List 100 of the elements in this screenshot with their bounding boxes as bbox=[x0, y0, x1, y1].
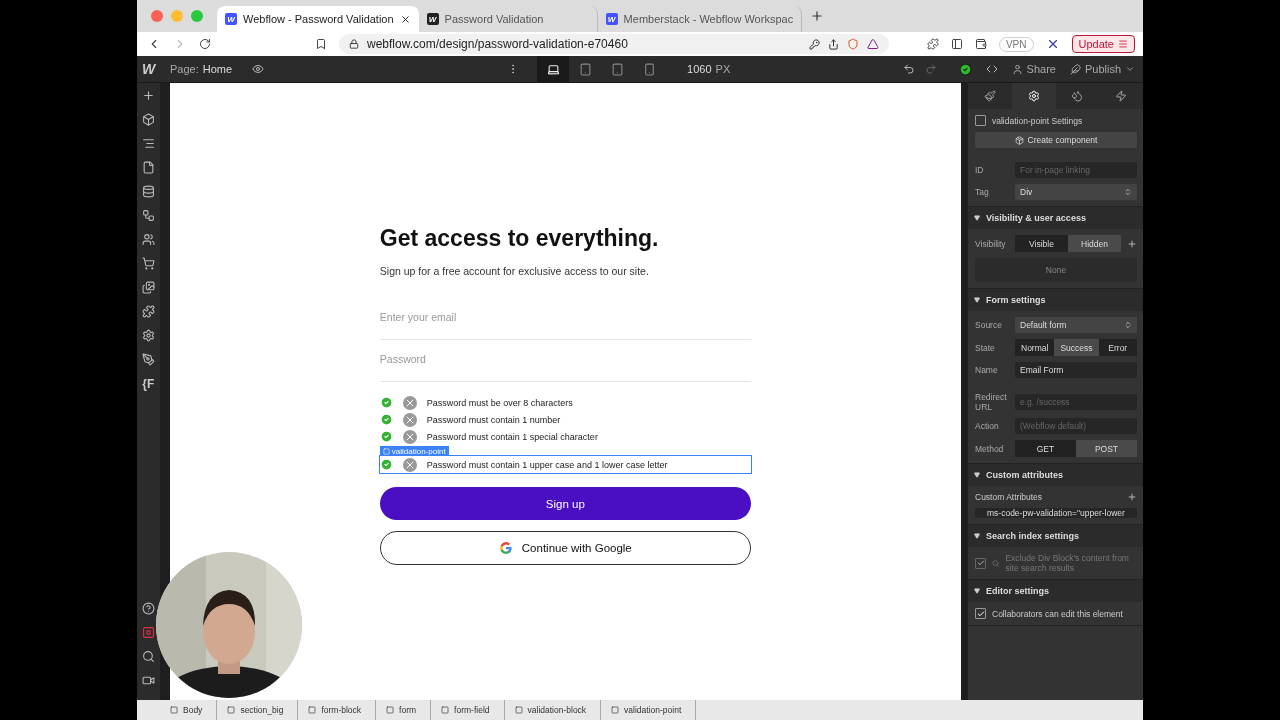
section-header[interactable]: Custom attributes bbox=[968, 464, 1143, 486]
x-icon bbox=[402, 457, 417, 472]
navigator-icon[interactable] bbox=[141, 137, 155, 150]
square-icon bbox=[308, 706, 317, 714]
tag-select[interactable]: Div bbox=[1015, 184, 1137, 200]
user-icon bbox=[1011, 63, 1023, 75]
menu-icon bbox=[1118, 39, 1128, 49]
method-option[interactable]: POST bbox=[1076, 440, 1137, 457]
status-check-icon[interactable] bbox=[958, 62, 972, 76]
breadcrumb[interactable]: form-field bbox=[431, 700, 505, 720]
code-icon[interactable] bbox=[985, 63, 998, 75]
selection-tag: validation-point bbox=[379, 446, 449, 456]
validation-rule[interactable]: Password must be over 8 characters bbox=[379, 394, 751, 411]
state-option[interactable]: Error bbox=[1098, 339, 1137, 356]
caret-icon bbox=[974, 533, 980, 539]
state-option[interactable]: Success bbox=[1054, 339, 1099, 356]
state-option[interactable]: Normal bbox=[1015, 339, 1055, 356]
brush-icon bbox=[983, 90, 996, 102]
section-header[interactable]: Visibility & user access bbox=[968, 207, 1143, 229]
name-field[interactable]: Email Form bbox=[1015, 362, 1137, 378]
favicon: W bbox=[605, 13, 618, 25]
reload-icon[interactable] bbox=[199, 38, 211, 50]
breadcrumb[interactable]: section_big bbox=[217, 700, 299, 720]
box-icon bbox=[1014, 135, 1024, 145]
add-icon[interactable] bbox=[1127, 492, 1137, 502]
database-icon[interactable] bbox=[141, 185, 155, 198]
cube-icon[interactable] bbox=[141, 113, 155, 126]
rule-text: Password must be over 8 characters bbox=[426, 397, 573, 408]
feather-icon bbox=[1069, 63, 1081, 75]
heading: Get access to everything. bbox=[379, 225, 660, 252]
rule-text: Password must contain 1 upper case and 1 lower case letter bbox=[426, 459, 668, 470]
breadcrumb[interactable]: validation-block bbox=[504, 700, 602, 720]
search-icon bbox=[992, 557, 1000, 569]
share-button[interactable]: Share bbox=[1011, 63, 1056, 75]
shield-icon[interactable] bbox=[847, 38, 859, 50]
check-icon bbox=[379, 396, 393, 409]
new-tab-icon[interactable] bbox=[810, 9, 825, 23]
breadcrumb[interactable]: validation-point bbox=[601, 700, 697, 720]
publish-button[interactable]: Publish bbox=[1069, 63, 1135, 75]
puzzle-icon[interactable] bbox=[141, 305, 155, 318]
breadcrumb[interactable]: Body bbox=[160, 700, 218, 720]
webflow-logo[interactable]: W bbox=[137, 61, 160, 77]
app-label[interactable]: {F bbox=[142, 377, 155, 391]
images-icon[interactable] bbox=[141, 281, 155, 294]
section-header[interactable]: Editor settings bbox=[968, 580, 1143, 602]
help-icon[interactable] bbox=[141, 602, 155, 615]
tablet-icon bbox=[610, 62, 624, 76]
create-component-button[interactable]: Create component bbox=[975, 132, 1137, 148]
validation-rule[interactable]: Password must contain 1 number bbox=[379, 411, 751, 428]
checkbox[interactable] bbox=[975, 115, 986, 126]
key-icon[interactable] bbox=[809, 38, 820, 50]
element-title: validation-point Settings bbox=[992, 115, 1083, 126]
browser-tab[interactable]: W Webflow - Password Validation bbox=[217, 6, 419, 32]
page-icon[interactable] bbox=[141, 161, 155, 174]
validation-rule[interactable]: Password must contain 1 special character bbox=[379, 428, 751, 445]
google-button[interactable]: Continue with Google bbox=[379, 531, 751, 565]
bookmark-icon[interactable] bbox=[315, 38, 327, 50]
video-icon[interactable] bbox=[141, 674, 155, 687]
section-header[interactable]: Form settings bbox=[968, 289, 1143, 311]
preview-icon[interactable] bbox=[252, 63, 265, 75]
source-select[interactable]: Default form bbox=[1015, 317, 1137, 333]
selected-rule-outline[interactable]: Password must contain 1 upper case and 1 lower case letter bbox=[379, 456, 751, 473]
favicon: W bbox=[225, 13, 237, 25]
undo-icon[interactable] bbox=[902, 63, 915, 75]
checkbox-label: Collaborators can edit this element bbox=[992, 608, 1123, 619]
chevron-down-icon bbox=[1125, 64, 1135, 74]
breadcrumb[interactable]: form-block bbox=[298, 700, 377, 720]
update-button[interactable]: Update bbox=[1071, 35, 1135, 53]
visibility-option[interactable]: Hidden bbox=[1068, 235, 1121, 252]
redo-icon[interactable] bbox=[924, 63, 937, 75]
share-icon[interactable] bbox=[828, 38, 839, 50]
search-icon[interactable] bbox=[141, 650, 155, 663]
flow-icon[interactable] bbox=[141, 209, 155, 222]
sign-up-button[interactable]: Sign up bbox=[379, 487, 751, 520]
settings-icon bbox=[1027, 90, 1040, 102]
address-field[interactable]: webflow.com/design/password-validation-e70460 bbox=[339, 34, 889, 54]
close-icon[interactable] bbox=[399, 13, 411, 25]
settings-icon[interactable] bbox=[141, 329, 155, 342]
cart-icon[interactable] bbox=[141, 257, 155, 270]
panel-tab[interactable] bbox=[1011, 83, 1056, 109]
square-icon bbox=[441, 706, 450, 714]
sidebar-icon[interactable] bbox=[950, 38, 963, 50]
add-icon[interactable] bbox=[1127, 238, 1137, 249]
pen-icon[interactable] bbox=[141, 353, 155, 366]
page-selector[interactable]: Page: Home bbox=[160, 63, 243, 75]
breakpoint-button[interactable] bbox=[537, 56, 570, 82]
breadcrumb[interactable]: form bbox=[376, 700, 432, 720]
triangle-icon[interactable] bbox=[867, 38, 879, 50]
method-option[interactable]: GET bbox=[1015, 440, 1076, 457]
check-icon bbox=[379, 458, 393, 471]
caret-icon bbox=[974, 297, 980, 303]
add-icon[interactable] bbox=[141, 89, 155, 102]
visibility-option[interactable]: Visible bbox=[1015, 235, 1068, 252]
check-icon bbox=[379, 430, 393, 443]
attribute-item[interactable]: ms-code-pw-validation="upper-lower bbox=[975, 508, 1137, 518]
puzzle-icon[interactable] bbox=[926, 38, 939, 50]
checkbox[interactable] bbox=[975, 608, 986, 619]
wallet-icon[interactable] bbox=[974, 38, 987, 50]
users-icon[interactable] bbox=[141, 233, 155, 246]
record-icon[interactable] bbox=[141, 626, 155, 639]
